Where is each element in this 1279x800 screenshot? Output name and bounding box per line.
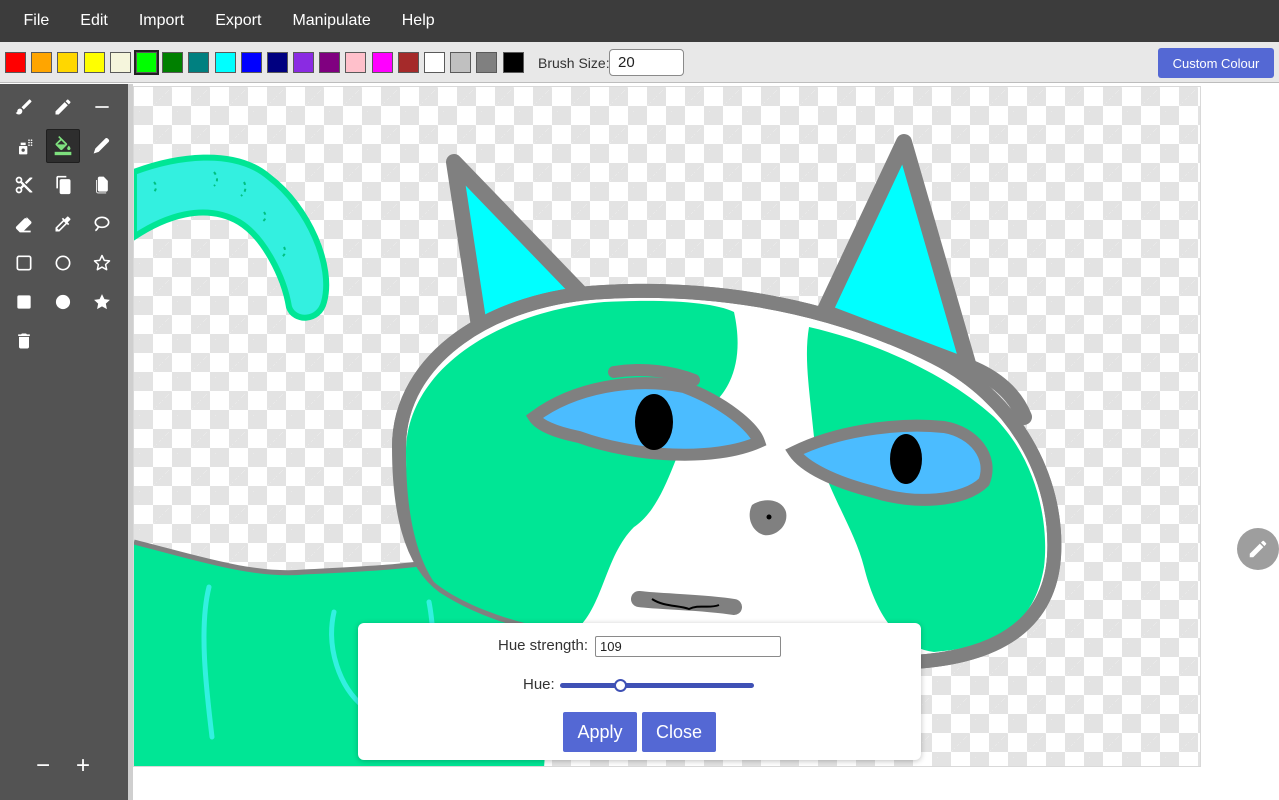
fill-tool[interactable] xyxy=(46,129,80,163)
spray-tool[interactable] xyxy=(7,129,41,163)
lasso-icon xyxy=(94,216,110,232)
circle-outline-tool[interactable] xyxy=(46,246,80,280)
color-swatch[interactable] xyxy=(502,52,524,73)
menu-file[interactable]: File xyxy=(8,0,65,42)
eraser-icon xyxy=(15,217,32,233)
circle-filled-icon xyxy=(55,294,71,310)
brush-size-input[interactable] xyxy=(609,49,684,76)
clear-tool[interactable] xyxy=(7,324,41,358)
menu-edit[interactable]: Edit xyxy=(65,0,124,42)
color-swatch[interactable] xyxy=(188,52,210,73)
menu-import[interactable]: Import xyxy=(123,0,199,42)
tail xyxy=(134,154,330,321)
color-swatch[interactable] xyxy=(476,52,498,73)
line-icon xyxy=(95,106,109,108)
hue-strength-input[interactable] xyxy=(595,636,781,657)
brush-icon xyxy=(15,99,32,115)
rectangle-filled-icon xyxy=(17,295,31,309)
star-filled-icon xyxy=(94,294,110,310)
cut-tool[interactable] xyxy=(7,168,41,202)
star-outline-tool[interactable] xyxy=(85,246,119,280)
lasso-tool[interactable] xyxy=(85,207,119,241)
paint-bucket-icon xyxy=(54,136,72,156)
eyedropper-tool[interactable] xyxy=(46,207,80,241)
zoom-out-button[interactable]: − xyxy=(29,752,57,780)
hue-slider-track[interactable] xyxy=(560,683,754,688)
pencil-icon xyxy=(55,99,71,115)
color-swatch[interactable] xyxy=(450,52,472,73)
menu-export[interactable]: Export xyxy=(200,0,277,42)
color-swatch[interactable] xyxy=(371,52,393,73)
star-filled-tool[interactable] xyxy=(85,285,119,319)
eyedropper-icon xyxy=(55,216,71,232)
close-button[interactable]: Close xyxy=(642,712,716,752)
color-swatch[interactable] xyxy=(319,52,341,73)
pencil-icon xyxy=(1249,540,1267,558)
line-tool[interactable] xyxy=(85,90,119,124)
copy-tool[interactable] xyxy=(46,168,80,202)
color-swatch[interactable] xyxy=(162,52,184,73)
pen-tool[interactable] xyxy=(85,129,119,163)
paste-icon xyxy=(96,176,108,194)
zoom-in-button[interactable]: + xyxy=(69,752,97,780)
scissors-icon xyxy=(15,176,33,194)
color-swatch[interactable] xyxy=(214,52,236,73)
menu-bar: File Edit Import Export Manipulate Help xyxy=(0,0,1279,42)
color-swatch[interactable] xyxy=(5,52,26,73)
color-swatch[interactable] xyxy=(266,52,288,73)
pen-icon xyxy=(93,138,110,154)
star-outline-icon xyxy=(93,254,111,271)
custom-colour-button[interactable]: Custom Colour xyxy=(1158,48,1274,78)
rectangle-filled-tool[interactable] xyxy=(7,285,41,319)
pencil-tool[interactable] xyxy=(46,90,80,124)
tool-panel: − + xyxy=(0,84,128,800)
menu-help[interactable]: Help xyxy=(386,0,450,42)
hue-label: Hue: xyxy=(523,676,555,693)
spray-can-icon xyxy=(19,139,33,155)
rectangle-outline-icon xyxy=(16,255,32,271)
color-swatch[interactable] xyxy=(240,52,262,73)
hue-dialog: Hue strength: Hue: Apply Close xyxy=(358,623,921,760)
apply-button[interactable]: Apply xyxy=(563,712,637,752)
menu-manipulate[interactable]: Manipulate xyxy=(277,0,386,42)
color-swatch[interactable] xyxy=(109,52,131,73)
eraser-tool[interactable] xyxy=(7,207,41,241)
brush-tool[interactable] xyxy=(7,90,41,124)
trash-icon xyxy=(18,333,30,349)
color-swatches xyxy=(5,50,529,75)
color-swatch[interactable] xyxy=(397,52,419,73)
color-swatch[interactable] xyxy=(31,52,53,73)
brush-size-label: Brush Size: xyxy=(538,55,610,71)
rectangle-outline-tool[interactable] xyxy=(7,246,41,280)
hue-strength-label: Hue strength: xyxy=(498,637,589,654)
color-swatch[interactable] xyxy=(133,50,159,75)
circle-filled-tool[interactable] xyxy=(46,285,80,319)
palette-bar: Brush Size: Custom Colour xyxy=(0,42,1279,83)
paste-tool[interactable] xyxy=(85,168,119,202)
color-swatch[interactable] xyxy=(293,52,315,73)
floating-edit-button[interactable] xyxy=(1237,528,1279,570)
hue-slider-thumb[interactable] xyxy=(613,679,627,692)
copy-icon xyxy=(56,175,71,195)
color-swatch[interactable] xyxy=(57,52,79,73)
circle-outline-icon xyxy=(55,255,71,271)
color-swatch[interactable] xyxy=(83,52,105,73)
color-swatch[interactable] xyxy=(424,52,445,73)
color-swatch[interactable] xyxy=(345,52,367,73)
